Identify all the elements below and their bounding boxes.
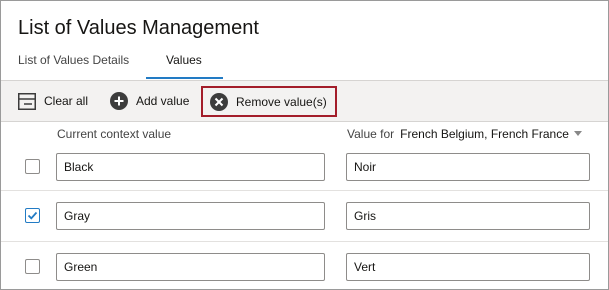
page-title: List of Values Management: [18, 17, 259, 39]
add-value-button[interactable]: Add value: [110, 81, 189, 121]
current-value-input-gray[interactable]: Gray: [56, 202, 325, 230]
tab-list-of-values-details[interactable]: List of Values Details: [18, 53, 129, 67]
current-value-input-green[interactable]: Green: [56, 253, 325, 281]
value-for-label: Value for: [347, 127, 395, 141]
add-value-label: Add value: [136, 94, 190, 108]
current-context-value-header: Current context value: [57, 127, 172, 141]
checkmark-icon: [27, 211, 38, 220]
x-circle-icon: [210, 92, 228, 111]
dialog-frame: List of Values Management List of Values…: [0, 0, 609, 290]
tab-bar: List of Values Details Values: [1, 53, 608, 80]
remove-values-label: Remove value(s): [236, 94, 327, 109]
value-for-header: Value for French Belgium, French France: [347, 127, 582, 141]
row-checkbox-black[interactable]: [25, 159, 40, 174]
clear-all-icon: [18, 92, 36, 110]
row-divider: [1, 241, 608, 242]
translated-value-input-noir[interactable]: Noir: [346, 153, 590, 181]
translated-value-input-gris[interactable]: Gris: [346, 202, 590, 230]
selected-tab-indicator: [146, 77, 223, 79]
toolbar: Clear all Add value Remove value(s): [1, 80, 608, 122]
remove-values-button[interactable]: Remove value(s): [201, 86, 337, 117]
current-value-input-black[interactable]: Black: [56, 153, 325, 181]
chevron-down-icon: [573, 131, 582, 136]
plus-circle-icon: [110, 92, 128, 110]
translated-value-input-vert[interactable]: Vert: [346, 253, 590, 281]
language-selector[interactable]: French Belgium, French France: [400, 127, 582, 141]
language-selector-value: French Belgium, French France: [400, 127, 569, 141]
tab-values[interactable]: Values: [166, 53, 202, 67]
row-checkbox-green[interactable]: [25, 259, 40, 274]
row-divider: [1, 190, 608, 191]
clear-all-label: Clear all: [44, 94, 89, 108]
row-checkbox-gray[interactable]: [25, 208, 40, 223]
clear-all-button[interactable]: Clear all: [18, 81, 88, 121]
